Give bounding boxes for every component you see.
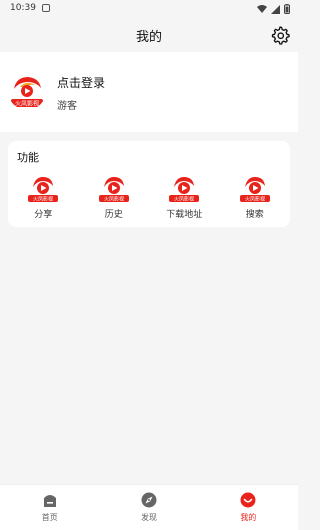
avatar[interactable]: 火凤影视 <box>8 72 46 110</box>
avatar-logo-text: 火凤影视 <box>15 100 39 108</box>
login-link[interactable]: 点击登录 <box>57 74 105 91</box>
nav-home[interactable]: 首页 <box>0 485 99 530</box>
app-logo-icon: 火凤影视 <box>8 72 46 110</box>
app-logo-icon: 火凤影视 <box>239 177 270 203</box>
nav-label: 首页 <box>41 513 58 522</box>
notification-icon <box>42 4 50 12</box>
profile-icon <box>240 492 256 508</box>
status-indicators <box>257 4 290 14</box>
svg-text:火凤影视: 火凤影视 <box>174 196 194 203</box>
feature-label: 下载地址 <box>166 210 203 220</box>
features-title: 功能 <box>17 151 39 164</box>
feature-label: 历史 <box>104 210 123 220</box>
app-logo-icon: 火凤影视 <box>28 177 59 203</box>
feature-history[interactable]: 火凤影视 历史 <box>84 174 144 222</box>
nav-label: 发现 <box>140 513 157 522</box>
page-header: 我的 <box>0 18 298 52</box>
status-bar: 10:39 <box>0 0 298 18</box>
guest-label: 游客 <box>57 101 77 112</box>
features-card: 功能 火凤影视 分享 火凤影视 历史 火凤影视 下载地址 火凤影视 搜索 <box>8 141 290 227</box>
status-time: 10:39 <box>10 3 36 13</box>
nav-mine[interactable]: 我的 <box>199 485 298 530</box>
app-logo-icon: 火凤影视 <box>98 177 129 203</box>
settings-gear-icon[interactable] <box>270 25 290 45</box>
bottom-nav: 首页 发现 我的 <box>0 484 298 530</box>
feature-download-address[interactable]: 火凤影视 下载地址 <box>154 174 214 222</box>
svg-text:火凤影视: 火凤影视 <box>33 196 53 203</box>
svg-text:火凤影视: 火凤影视 <box>245 196 265 203</box>
nav-discover[interactable]: 发现 <box>99 485 198 530</box>
feature-share[interactable]: 火凤影视 分享 <box>13 174 73 222</box>
feature-label: 搜索 <box>245 210 264 220</box>
features-grid: 火凤影视 分享 火凤影视 历史 火凤影视 下载地址 火凤影视 搜索 <box>8 174 290 222</box>
nav-label: 我的 <box>240 513 257 522</box>
wifi-icon <box>257 5 267 13</box>
page-title: 我的 <box>135 29 162 45</box>
feature-search[interactable]: 火凤影视 搜索 <box>225 174 285 222</box>
profile-section[interactable]: 火凤影视 点击登录 游客 <box>0 52 298 132</box>
signal-icon <box>271 4 280 14</box>
battery-icon <box>284 4 290 14</box>
home-icon <box>43 495 56 507</box>
discover-icon <box>141 492 157 508</box>
svg-text:火凤影视: 火凤影视 <box>104 196 124 203</box>
app-logo-icon: 火凤影视 <box>169 177 200 203</box>
feature-label: 分享 <box>34 210 53 220</box>
